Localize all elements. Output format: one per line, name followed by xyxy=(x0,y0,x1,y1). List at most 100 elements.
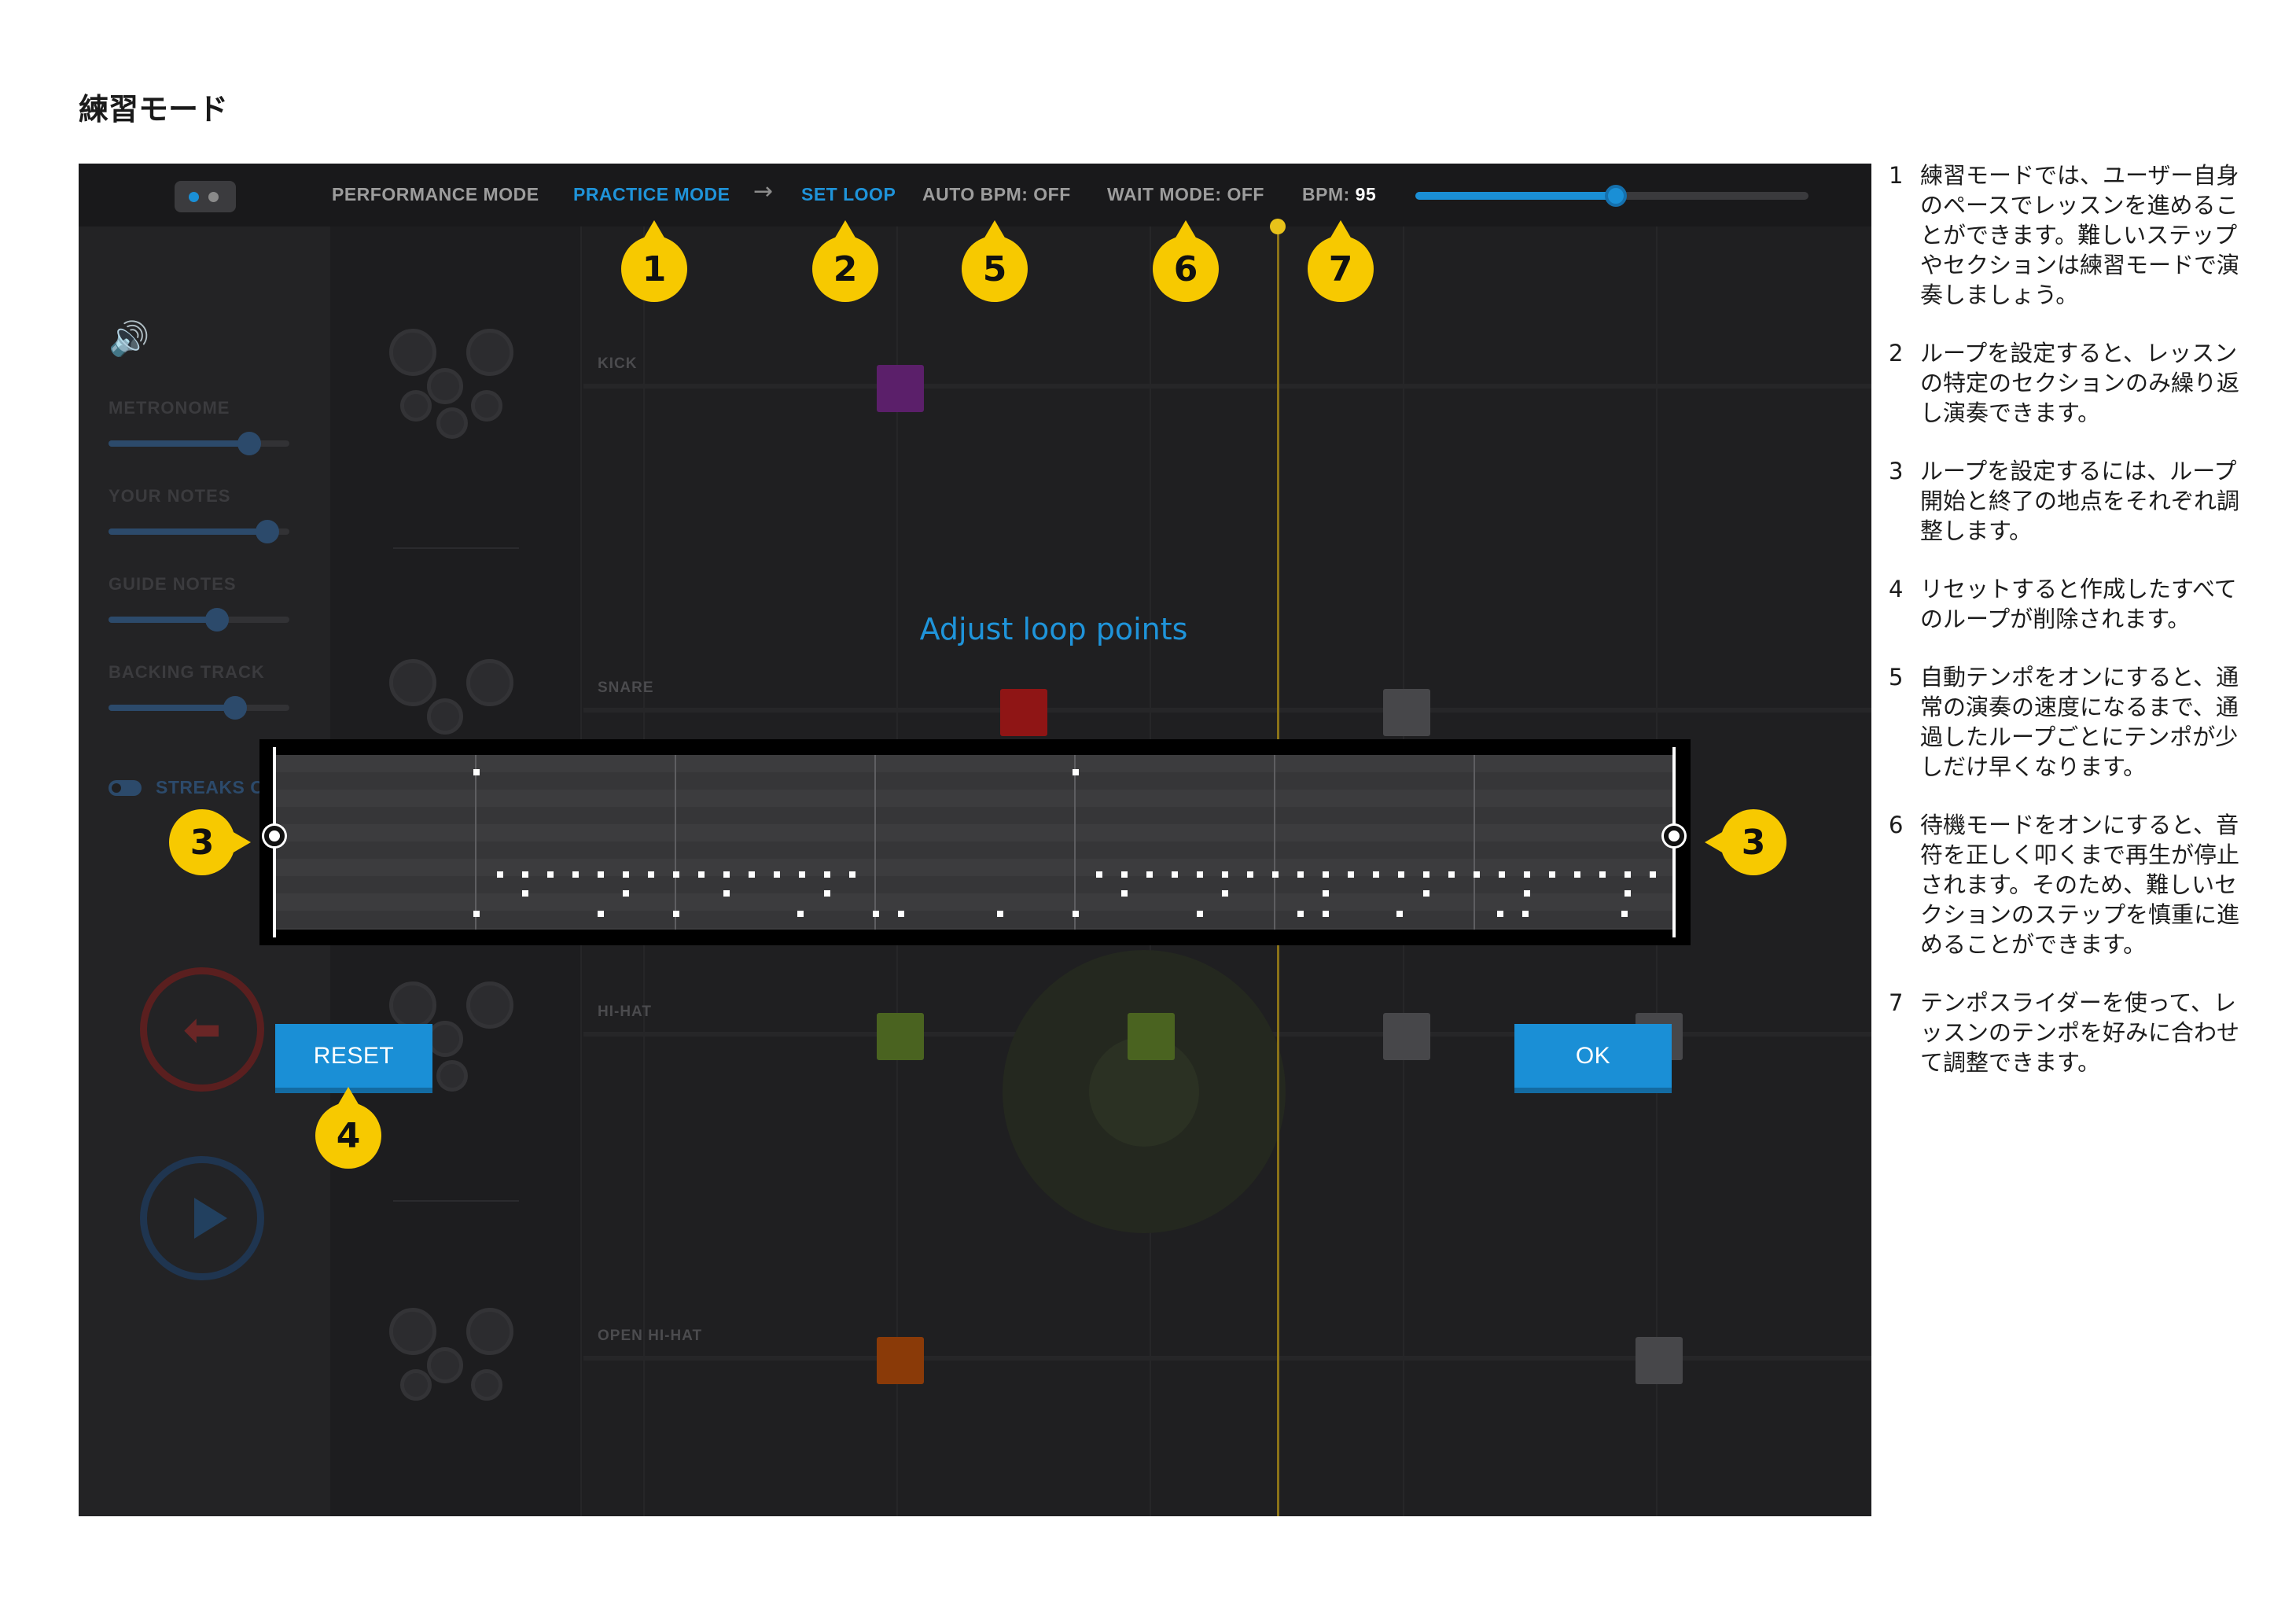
note-item: 1 練習モードでは、ユーザー自身のペースでレッスンを進めることができます。難しいス… xyxy=(1889,160,2250,310)
loop-note-dot xyxy=(623,871,629,878)
loop-note-dot xyxy=(1096,871,1102,878)
slider-knob[interactable] xyxy=(256,520,280,543)
bar-line xyxy=(675,755,676,930)
loop-note-dot xyxy=(473,769,480,775)
loop-note-dot xyxy=(1624,890,1631,897)
note-text: リセットすると作成したすべてのループが削除されます。 xyxy=(1920,576,2237,632)
loop-start-handle[interactable] xyxy=(264,826,285,846)
performance-mode-tab[interactable]: PERFORMANCE MODE xyxy=(332,184,539,205)
note-item: 5 自動テンポをオンにすると、通常の演奏の速度になるまで、通過したループごとにテン… xyxy=(1889,662,2250,782)
play-button[interactable] xyxy=(140,1156,264,1280)
loop-overview[interactable] xyxy=(275,755,1675,930)
note-item: 4 リセットすると作成したすべてのループが削除されます。 xyxy=(1889,574,2250,634)
lane-track xyxy=(583,708,1871,713)
metronome-label: METRONOME xyxy=(109,398,230,418)
note-text: ループを設定するには、ループ開始と終了の地点をそれぞれ調整します。 xyxy=(1920,458,2240,544)
ok-button[interactable]: OK xyxy=(1514,1024,1672,1093)
auto-bpm-toggle[interactable]: AUTO BPM: OFF xyxy=(922,184,1071,205)
loop-note-dot xyxy=(1073,911,1079,917)
loop-note-dot xyxy=(1396,911,1403,917)
note-text: ループを設定すると、レッスンの特定のセクションのみ繰り返し演奏できます。 xyxy=(1920,340,2240,426)
speaker-icon[interactable]: 🔊 xyxy=(109,319,149,359)
stripe xyxy=(275,911,1675,928)
note-item: 7 テンポスライダーを使って、レッスンのテンポを好みに合わせて調整できます。 xyxy=(1889,988,2250,1077)
rewind-button[interactable]: ⬅ xyxy=(140,967,264,1092)
hihat-note xyxy=(1128,1013,1175,1060)
note-item: 3 ループを設定するには、ループ開始と終了の地点をそれぞれ調整します。 xyxy=(1889,456,2250,546)
bpm-slider-fill xyxy=(1415,192,1616,200)
loop-note-dot xyxy=(873,911,879,917)
loop-note-dot xyxy=(522,890,528,897)
loop-note-dot xyxy=(1073,769,1079,775)
loop-note-dot xyxy=(849,871,855,878)
hihat-note xyxy=(1383,1013,1430,1060)
bpm-slider-knob[interactable] xyxy=(1605,185,1627,207)
wait-mode-toggle[interactable]: WAIT MODE: OFF xyxy=(1107,184,1264,205)
loop-note-dot xyxy=(774,871,780,878)
stripe xyxy=(275,807,1675,824)
lane-track xyxy=(583,384,1871,389)
bpm-value: 95 xyxy=(1355,184,1377,204)
playhead-marker[interactable] xyxy=(1270,219,1286,234)
loop-note-dot xyxy=(1574,871,1580,878)
loop-note-dot xyxy=(1499,871,1505,878)
slider-knob[interactable] xyxy=(223,696,247,720)
loop-note-dot xyxy=(1323,890,1329,897)
stripe xyxy=(275,772,1675,790)
metronome-slider[interactable] xyxy=(109,432,289,455)
view-toggle[interactable] xyxy=(175,181,236,212)
backing-track-slider[interactable] xyxy=(109,696,289,720)
loop-note-dot xyxy=(1549,871,1555,878)
loop-note-dot xyxy=(1146,871,1153,878)
wait-mode-label: WAIT MODE: xyxy=(1107,184,1222,204)
loop-note-dot xyxy=(898,911,904,917)
stripe xyxy=(275,876,1675,893)
practice-mode-tab[interactable]: PRACTICE MODE xyxy=(573,184,730,205)
loop-note-dot xyxy=(1121,871,1128,878)
back-arrow-icon: ⬅ xyxy=(182,1003,222,1056)
auto-bpm-value: OFF xyxy=(1033,184,1071,204)
snare-note xyxy=(1383,689,1430,736)
bar-line xyxy=(1274,755,1275,930)
hihat-note xyxy=(877,1013,924,1060)
drum-kit-kick-icon xyxy=(389,329,523,447)
note-number: 4 xyxy=(1889,576,1904,602)
loop-note-dot xyxy=(1599,871,1606,878)
snare-note xyxy=(1000,689,1047,736)
your-notes-slider[interactable] xyxy=(109,520,289,543)
loop-note-dot xyxy=(1373,871,1379,878)
loop-note-dot xyxy=(1222,871,1228,878)
loop-note-dot xyxy=(1423,871,1429,878)
loop-note-dot xyxy=(1621,911,1628,917)
loop-note-dot xyxy=(1247,871,1253,878)
loop-note-dot xyxy=(1172,871,1178,878)
drum-divider xyxy=(393,1200,519,1202)
loop-note-dot xyxy=(673,911,679,917)
bpm-slider[interactable] xyxy=(1415,185,1808,207)
set-loop-button[interactable]: SET LOOP xyxy=(801,184,896,205)
loop-note-dot xyxy=(473,911,480,917)
play-icon xyxy=(194,1198,227,1239)
reset-button[interactable]: RESET xyxy=(275,1024,432,1093)
loop-note-dot xyxy=(1348,871,1354,878)
loop-note-dot xyxy=(824,890,830,897)
loop-note-dot xyxy=(749,871,755,878)
streaks-toggle[interactable] xyxy=(109,780,142,796)
loop-note-dot xyxy=(547,871,554,878)
guide-notes-slider[interactable] xyxy=(109,608,289,632)
callout-badge: 1 xyxy=(621,220,687,302)
note-text: 練習モードでは、ユーザー自身のペースでレッスンを進めることができます。難しいステ… xyxy=(1920,162,2240,308)
drum-divider xyxy=(393,547,519,549)
slider-knob[interactable] xyxy=(237,432,262,455)
loop-note-dot xyxy=(698,871,705,878)
loop-note-dot xyxy=(1524,871,1530,878)
note-item: 6 待機モードをオンにすると、音符を正しく叩くまで再生が停止されます。そのため、難… xyxy=(1889,810,2250,959)
slider-knob[interactable] xyxy=(205,608,229,632)
loop-note-dot xyxy=(1522,911,1529,917)
toggle-dot-active xyxy=(189,192,199,202)
note-item: 2 ループを設定すると、レッスンの特定のセクションのみ繰り返し演奏できます。 xyxy=(1889,338,2250,428)
loop-note-dot xyxy=(1474,871,1480,878)
loop-end-handle[interactable] xyxy=(1664,826,1684,846)
callout-badge: 5 xyxy=(962,220,1028,302)
callout-badge: 6 xyxy=(1153,220,1219,302)
